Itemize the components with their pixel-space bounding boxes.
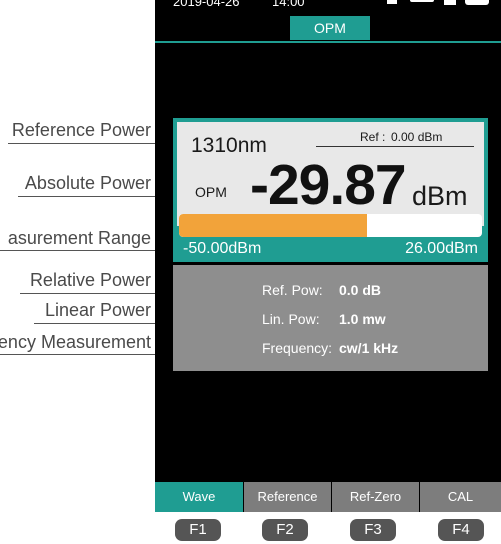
reference-value: 0.00 dBm — [391, 130, 443, 144]
softkey-bar: Wave Reference Ref-Zero CAL — [155, 482, 501, 512]
tab-underline — [155, 41, 501, 43]
callout-relative-power: Relative Power — [29, 270, 151, 290]
signal-icon — [387, 0, 397, 4]
callout-line — [20, 293, 170, 294]
callout-reference-power: Reference Power — [11, 120, 151, 140]
absolute-power-value: -29.87 — [250, 153, 407, 217]
status-bar: 2019-04-26 14:00 — [155, 0, 501, 12]
reference-label: Ref : — [360, 130, 386, 144]
softkey-reference[interactable]: Reference — [244, 482, 331, 512]
callout-line — [18, 196, 170, 197]
callout-linear-power: Linear Power — [44, 300, 151, 320]
f1-button[interactable]: F1 — [175, 519, 221, 541]
reference-underline — [316, 146, 474, 147]
ref-pow-value: 0.0 dB — [339, 282, 382, 298]
callout-line — [0, 250, 170, 251]
callout-absolute-power: Absolute Power — [24, 173, 151, 193]
frequency-label: Frequency: — [262, 340, 333, 356]
lin-pow-value: 1.0 mw — [339, 311, 386, 327]
ref-pow-label: Ref. Pow: — [262, 282, 323, 298]
info-panel: Ref. Pow: 0.0 dB Lin. Pow: 1.0 mw Freque… — [173, 265, 488, 371]
callout-line — [8, 143, 170, 144]
range-max-label: 26.00dBm — [405, 240, 478, 257]
frequency-value: cw/1 kHz — [339, 340, 399, 356]
tab-opm[interactable]: OPM — [290, 16, 370, 40]
softkey-cal[interactable]: CAL — [420, 482, 501, 512]
usb-icon — [410, 0, 434, 2]
range-bar — [179, 214, 482, 237]
range-min-label: -50.00dBm — [183, 240, 262, 257]
mode-label: OPM — [195, 184, 227, 200]
f4-button[interactable]: F4 — [438, 519, 484, 541]
sd-card-icon — [444, 0, 456, 5]
f2-button[interactable]: F2 — [262, 519, 308, 541]
softkey-wave[interactable]: Wave — [155, 482, 243, 512]
f3-button[interactable]: F3 — [350, 519, 396, 541]
callout-frequency-measurement: ency Measurement — [0, 332, 151, 352]
callout-line — [34, 323, 170, 324]
main-reading-panel: 1310nm Ref : 0.00 dBm OPM -29.87 dBm -50… — [173, 118, 488, 262]
softkey-ref-zero[interactable]: Ref-Zero — [332, 482, 419, 512]
status-time: 14:00 — [272, 0, 305, 9]
reading-display: 1310nm Ref : 0.00 dBm OPM -29.87 dBm — [177, 122, 484, 226]
power-unit: dBm — [412, 181, 468, 211]
range-bar-fill — [179, 214, 367, 237]
battery-icon — [465, 0, 489, 5]
status-date: 2019-04-26 — [173, 0, 240, 9]
callout-measurement-range: asurement Range — [7, 228, 151, 248]
lin-pow-label: Lin. Pow: — [262, 311, 320, 327]
callout-line — [0, 354, 170, 355]
